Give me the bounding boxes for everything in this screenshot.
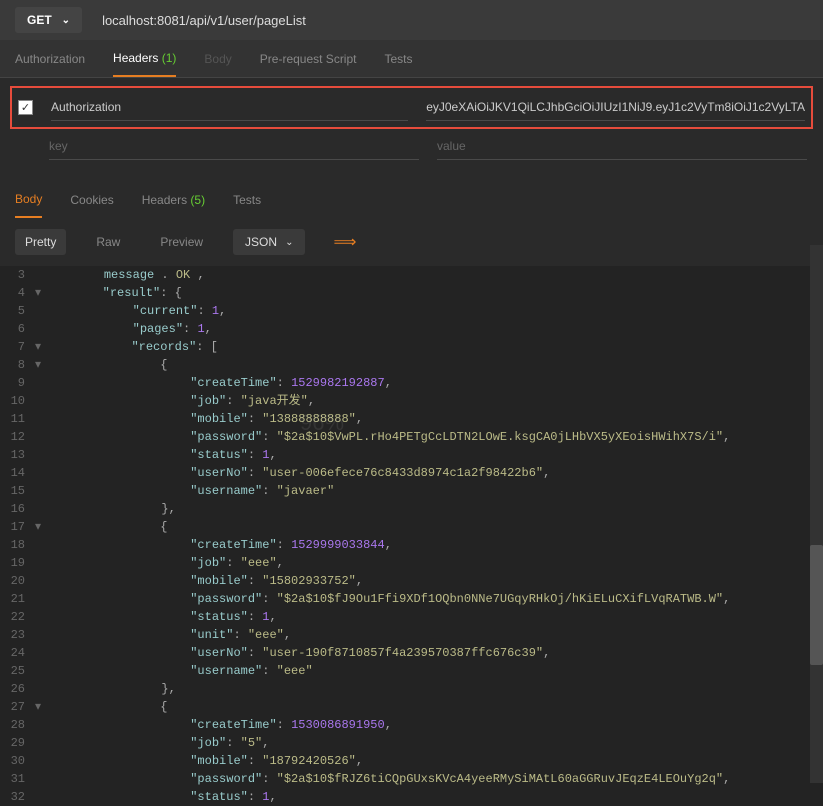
tab-headers-count: (1): [162, 51, 177, 65]
code-line: 12 "password": "$2a$10$VwPL.rHo4PETgCcLD…: [0, 428, 823, 446]
code-line: 17▾ {: [0, 518, 823, 536]
response-body-code[interactable]: 3 message . OK ,4▾ "result": {5 "current…: [0, 266, 823, 806]
tab-resp-headers-count: (5): [190, 193, 205, 207]
code-line: 32 "status": 1,: [0, 788, 823, 806]
chevron-down-icon: ⌄: [285, 237, 293, 248]
method-label: GET: [27, 13, 52, 27]
tab-cookies[interactable]: Cookies: [70, 183, 113, 217]
tab-response-headers[interactable]: Headers (5): [142, 183, 205, 217]
tab-headers[interactable]: Headers (1): [113, 41, 176, 77]
tab-authorization[interactable]: Authorization: [15, 42, 85, 76]
chevron-down-icon: ⌄: [62, 15, 70, 26]
header-key-input[interactable]: Authorization: [51, 94, 408, 121]
code-line: 13 "status": 1,: [0, 446, 823, 464]
code-line: 14 "userNo": "user-006efece76c8433d8974c…: [0, 464, 823, 482]
code-line: 7▾ "records": [: [0, 338, 823, 356]
code-line: 11 "mobile": "13888888888",: [0, 410, 823, 428]
header-checkbox[interactable]: ✓: [18, 100, 33, 115]
tab-response-body[interactable]: Body: [15, 182, 42, 218]
code-line: 20 "mobile": "15802933752",: [0, 572, 823, 590]
code-line: 9 "createTime": 1529982192887,: [0, 374, 823, 392]
code-line: 19 "job": "eee",: [0, 554, 823, 572]
request-tabs: Authorization Headers (1) Body Pre-reque…: [0, 40, 823, 78]
view-pretty-button[interactable]: Pretty: [15, 229, 66, 255]
header-value-input[interactable]: eyJ0eXAiOiJKV1QiLCJhbGciOiJIUzI1NiJ9.eyJ…: [426, 94, 805, 121]
header-row: ✓ Authorization eyJ0eXAiOiJKV1QiLCJhbGci…: [10, 86, 813, 129]
scrollbar-track[interactable]: [810, 245, 823, 783]
code-line: 29 "job": "5",: [0, 734, 823, 752]
code-line: 5 "current": 1,: [0, 302, 823, 320]
tab-resp-headers-label: Headers: [142, 193, 187, 207]
code-line: 26 },: [0, 680, 823, 698]
tab-response-tests[interactable]: Tests: [233, 183, 261, 217]
tab-headers-label: Headers: [113, 51, 158, 65]
header-key-placeholder[interactable]: key: [49, 133, 419, 160]
format-label: JSON: [245, 235, 277, 249]
code-line: 3 message . OK ,: [0, 266, 823, 284]
url-input[interactable]: [102, 13, 808, 28]
view-controls: Pretty Raw Preview JSON ⌄ ⟹: [0, 218, 823, 266]
code-line: 15 "username": "javaer": [0, 482, 823, 500]
code-line: 23 "unit": "eee",: [0, 626, 823, 644]
format-dropdown[interactable]: JSON ⌄: [233, 229, 305, 255]
code-line: 21 "password": "$2a$10$fJ9Ou1Ffi9XDf1OQb…: [0, 590, 823, 608]
response-tabs: Body Cookies Headers (5) Tests: [0, 182, 823, 218]
code-line: 27▾ {: [0, 698, 823, 716]
headers-table: ✓ Authorization eyJ0eXAiOiJKV1QiLCJhbGci…: [0, 78, 823, 172]
tab-tests[interactable]: Tests: [384, 42, 412, 76]
scrollbar-thumb[interactable]: [810, 545, 823, 665]
code-line: 25 "username": "eee": [0, 662, 823, 680]
code-line: 22 "status": 1,: [0, 608, 823, 626]
header-row-empty: key value: [10, 129, 813, 164]
tab-prerequest[interactable]: Pre-request Script: [260, 42, 357, 76]
code-line: 4▾ "result": {: [0, 284, 823, 302]
code-line: 6 "pages": 1,: [0, 320, 823, 338]
code-line: 10 "job": "java开发",: [0, 392, 823, 410]
code-line: 30 "mobile": "18792420526",: [0, 752, 823, 770]
request-bar: GET ⌄: [0, 0, 823, 40]
header-value-placeholder[interactable]: value: [437, 133, 807, 160]
method-dropdown[interactable]: GET ⌄: [15, 7, 82, 33]
code-line: 24 "userNo": "user-190f8710857f4a2395703…: [0, 644, 823, 662]
code-line: 16 },: [0, 500, 823, 518]
code-line: 31 "password": "$2a$10$fRJZ6tiCQpGUxsKVc…: [0, 770, 823, 788]
code-line: 28 "createTime": 1530086891950,: [0, 716, 823, 734]
tab-body[interactable]: Body: [204, 42, 231, 76]
wrap-lines-icon[interactable]: ⟹: [325, 228, 364, 256]
view-preview-button[interactable]: Preview: [150, 229, 213, 255]
code-line: 8▾ {: [0, 356, 823, 374]
view-raw-button[interactable]: Raw: [86, 229, 130, 255]
code-line: 18 "createTime": 1529999033844,: [0, 536, 823, 554]
